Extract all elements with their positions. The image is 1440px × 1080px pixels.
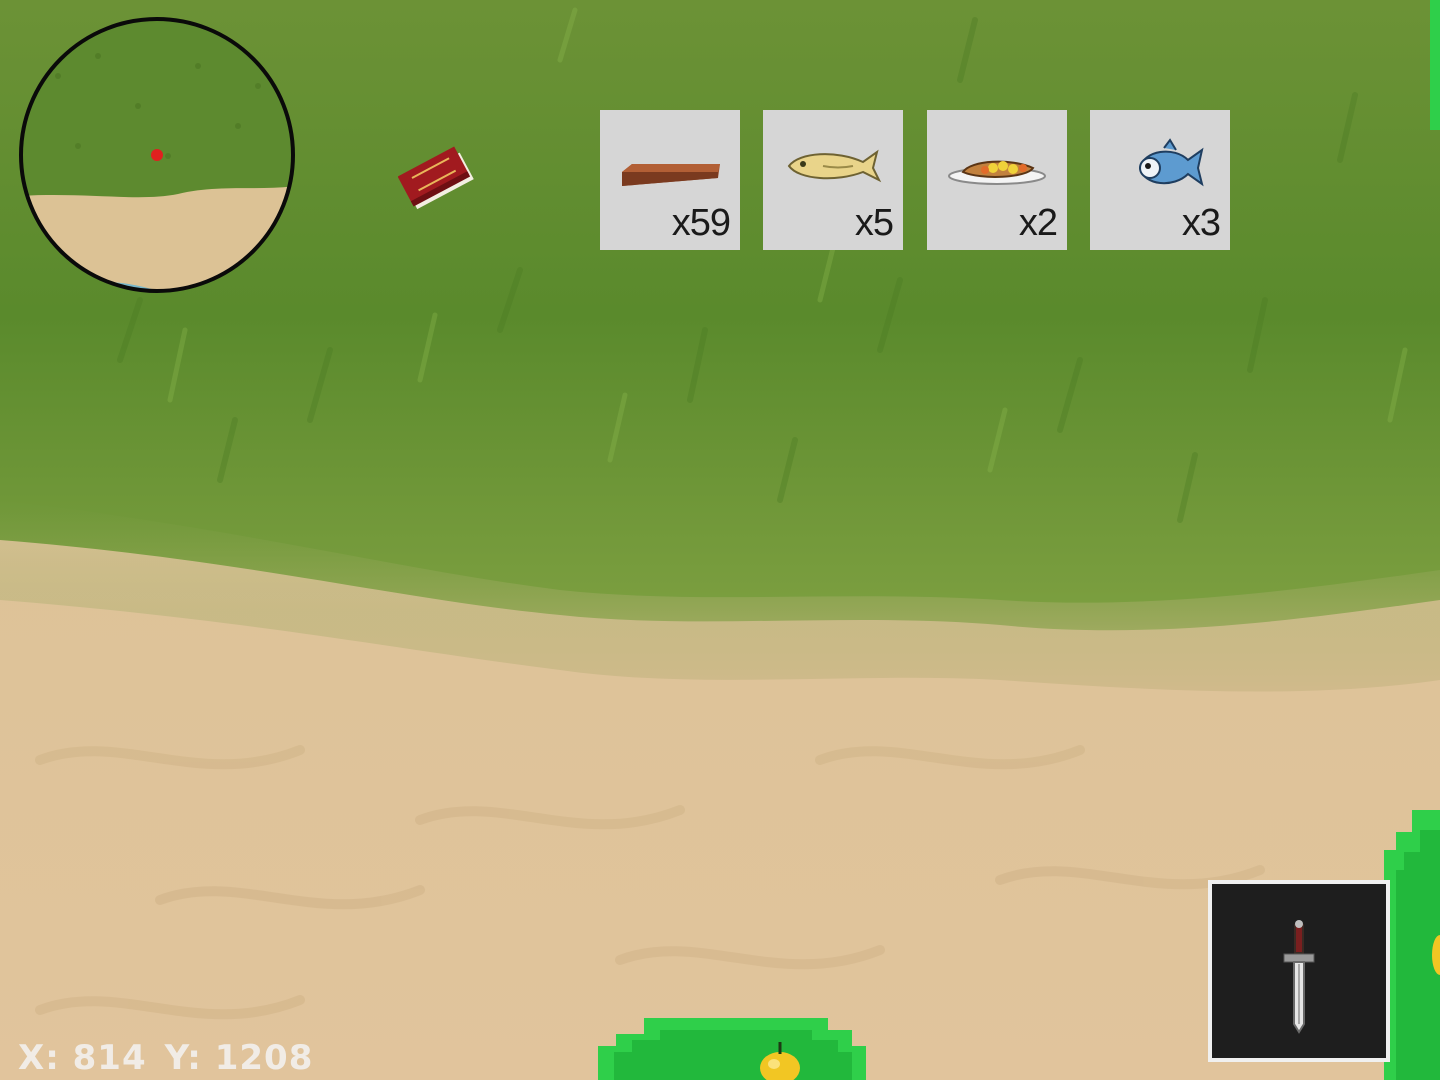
inventory-slot-quantity: x59 bbox=[671, 202, 731, 244]
inventory-slot-cooked-fish[interactable]: x2 bbox=[927, 110, 1067, 250]
coordinates-readout: X: 814 Y: 1208 bbox=[18, 1038, 331, 1078]
fruit-icon[interactable] bbox=[1430, 930, 1440, 980]
blue-fish-icon bbox=[1138, 138, 1204, 187]
equipped-item-slot[interactable] bbox=[1208, 880, 1390, 1062]
inventory-slot-raw-fish[interactable]: x5 bbox=[763, 110, 903, 250]
game-viewport[interactable]: x59 x5 x2 x3 X: 814 Y: 1208 bbox=[0, 0, 1440, 1080]
coordinate-y: Y: 1208 bbox=[164, 1038, 314, 1078]
player-marker bbox=[151, 149, 163, 161]
inventory-slot-quantity: x5 bbox=[854, 202, 894, 244]
raw-fish-icon bbox=[787, 149, 882, 183]
red-book-icon[interactable] bbox=[398, 146, 478, 214]
cooked-fish-plate-icon bbox=[948, 160, 1046, 185]
inventory-slot-blue-fish[interactable]: x3 bbox=[1090, 110, 1230, 250]
dagger-icon bbox=[1283, 920, 1315, 1034]
wood-plank-icon bbox=[622, 164, 720, 186]
fruit-icon[interactable] bbox=[756, 1040, 804, 1080]
inventory-slot-wood[interactable]: x59 bbox=[600, 110, 740, 250]
inventory-bar: x59 x5 x2 x3 bbox=[600, 110, 1230, 250]
coordinate-x: X: 814 bbox=[18, 1038, 147, 1078]
inventory-slot-quantity: x3 bbox=[1181, 202, 1221, 244]
minimap[interactable] bbox=[18, 16, 296, 294]
inventory-slot-quantity: x2 bbox=[1018, 202, 1058, 244]
